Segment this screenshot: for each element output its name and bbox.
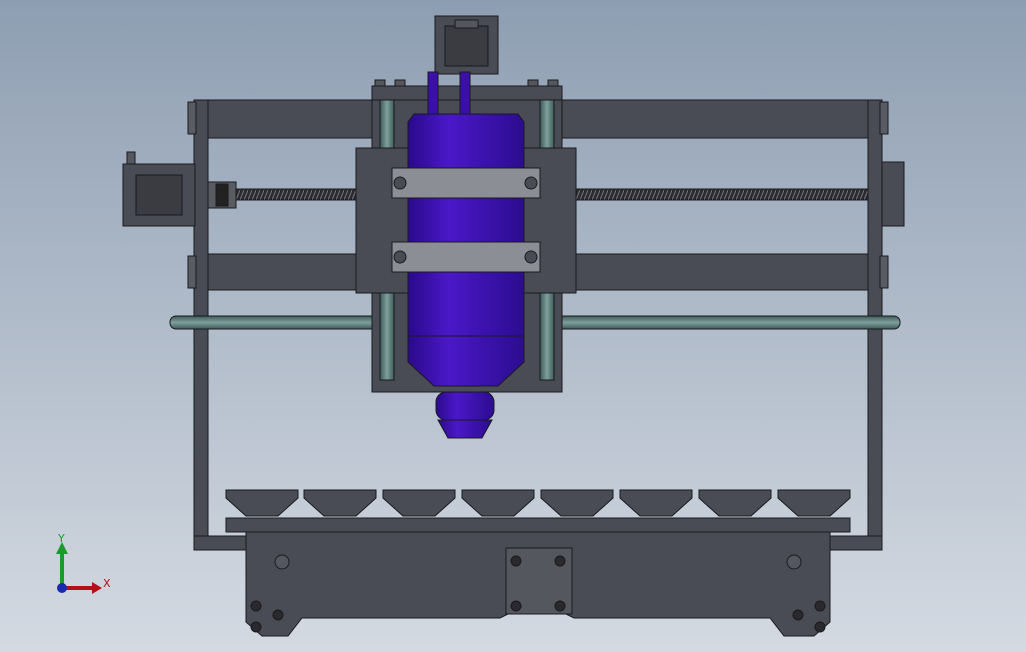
spindle-clamp-upper <box>391 167 541 199</box>
x-axis-label: X <box>103 577 111 590</box>
z-axis-dot <box>57 583 67 593</box>
x-axis-arrowhead <box>92 582 102 594</box>
x-end-bearing-block <box>881 161 905 227</box>
y-axis-label: Y <box>57 532 65 545</box>
y-stepper-motor <box>434 15 499 75</box>
base-foot-left <box>193 535 255 551</box>
spindle-clamp-lower <box>391 241 541 273</box>
base-foot-right <box>821 535 883 551</box>
coordinate-triad: Y X <box>56 532 111 594</box>
cad-viewport[interactable]: Y X <box>0 0 1026 652</box>
